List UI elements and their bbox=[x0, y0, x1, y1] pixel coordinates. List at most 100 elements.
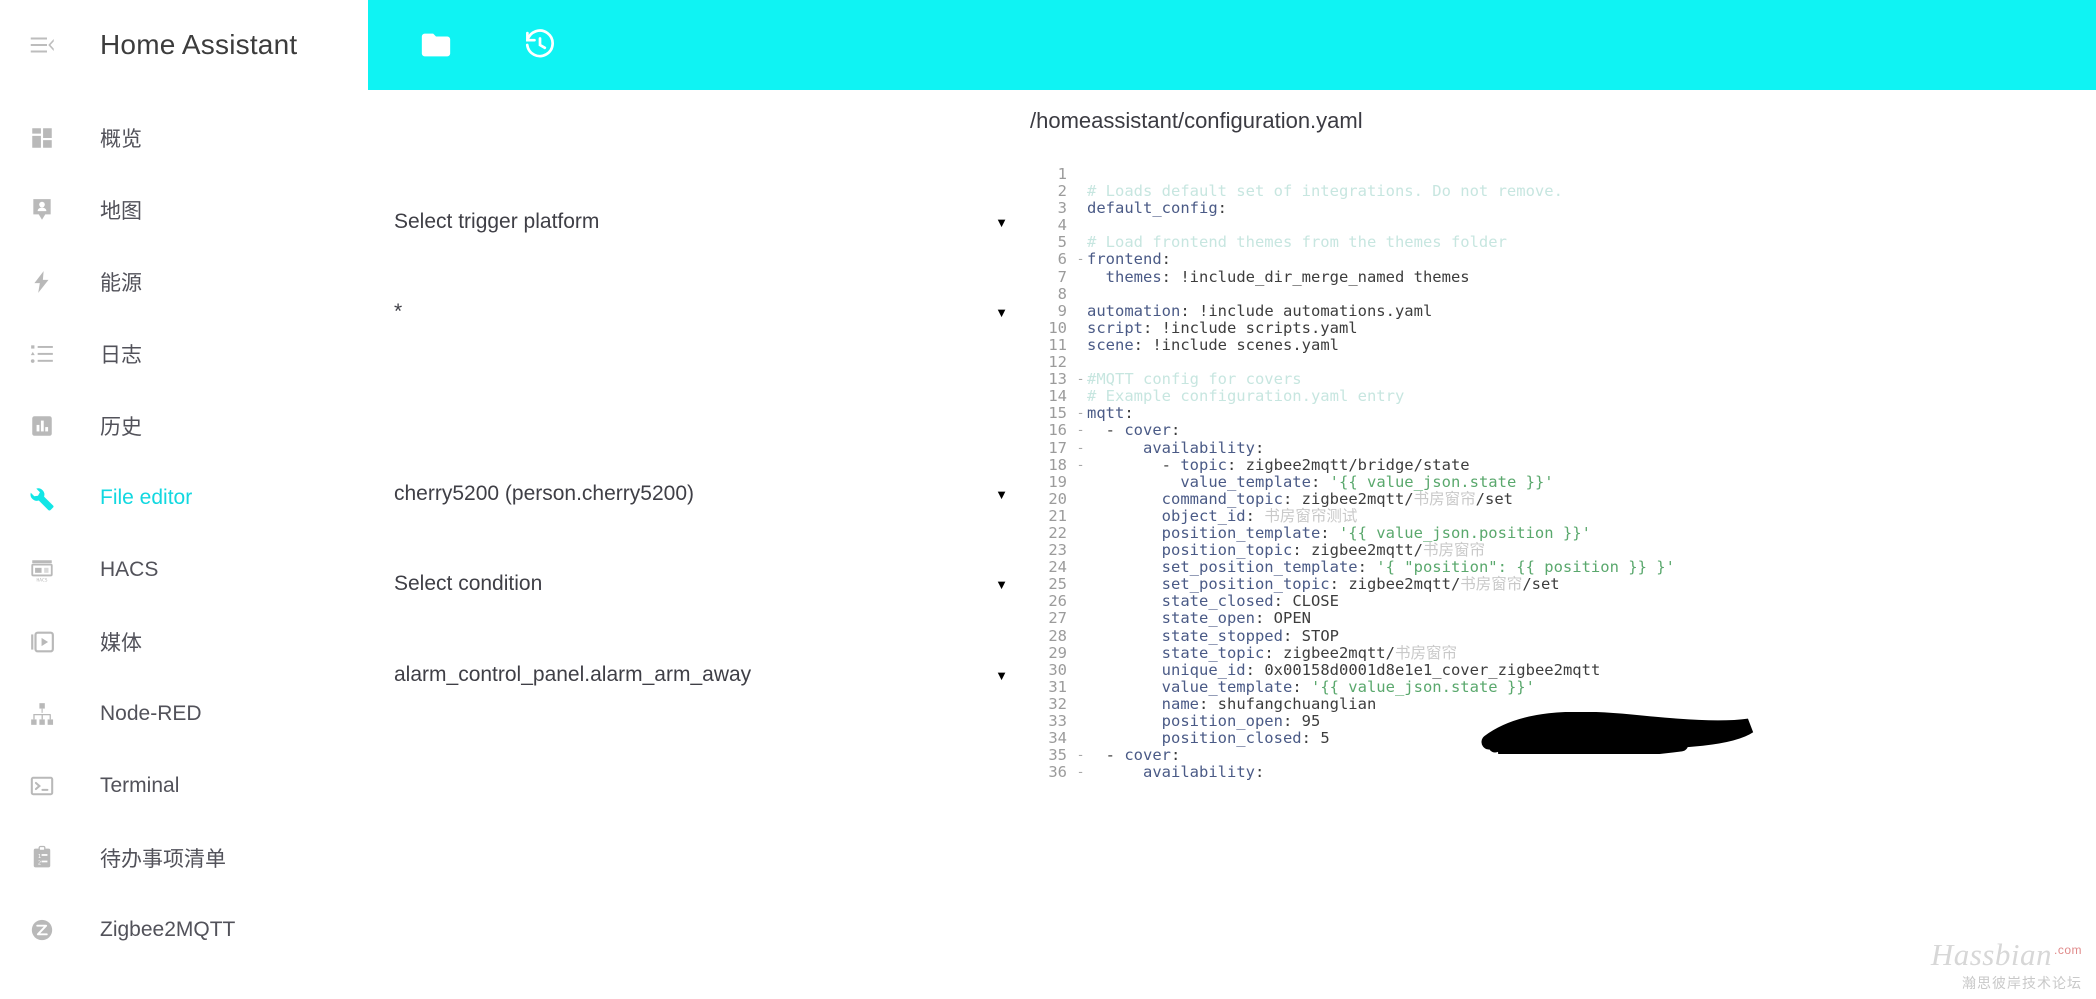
line-number: 36 bbox=[1048, 763, 1067, 782]
line-number: 7 bbox=[1057, 267, 1067, 286]
code-line[interactable]: 21 object_id: 书房窗帘测试 bbox=[1030, 506, 2096, 525]
line-number: 12 bbox=[1048, 353, 1067, 372]
code-line-text: position_topic: zigbee2mqtt/书房窗帘 bbox=[1161, 541, 1485, 560]
code-line-text: state_topic: zigbee2mqtt/书房窗帘 bbox=[1161, 643, 1457, 662]
sidebar-item-todo[interactable]: 1 2 待办事项清单 bbox=[0, 822, 368, 894]
code-line[interactable]: 9 automation: !include automations.yaml bbox=[1030, 302, 2096, 320]
sidebar-item-label: File editor bbox=[100, 486, 193, 509]
code-line-text: default_config: bbox=[1087, 199, 1227, 218]
code-line-text: unique_id: 0x00158d0001d8e1e1_cover_zigb… bbox=[1161, 660, 1601, 679]
code-line[interactable]: 1 bbox=[1030, 165, 2096, 183]
select-value: Select trigger platform bbox=[394, 210, 600, 233]
code-line[interactable]: 13- #MQTT config for covers bbox=[1030, 371, 2096, 388]
folder-icon[interactable] bbox=[404, 13, 468, 77]
code-line-text: position_template: '{{ value_json.positi… bbox=[1161, 523, 1591, 542]
code-editor[interactable]: 1 2 # Loads default set of integrations. D… bbox=[1030, 165, 2096, 781]
sidebar-item-label: 地图 bbox=[100, 200, 142, 223]
code-line[interactable]: 27 state_open: OPEN bbox=[1030, 610, 2096, 627]
map-marker-account-icon bbox=[14, 182, 70, 238]
code-line[interactable]: 16- - cover: bbox=[1030, 422, 2096, 439]
code-line[interactable]: 33 position_open: 95 bbox=[1030, 712, 2096, 730]
code-line[interactable]: 6- frontend: bbox=[1030, 251, 2096, 268]
condition-select[interactable]: Select condition ▼ bbox=[394, 572, 1010, 596]
line-number: 15 bbox=[1048, 404, 1067, 423]
fold-toggle-icon[interactable]: - bbox=[1074, 440, 1087, 457]
code-line[interactable]: 32 name: shufangchuanglian bbox=[1030, 695, 2096, 713]
sidebar-item-map[interactable]: 地图 bbox=[0, 174, 368, 246]
code-line[interactable]: 28 state_stopped: STOP bbox=[1030, 627, 2096, 645]
code-line[interactable]: 34 position_closed: 5 bbox=[1030, 729, 2096, 747]
history-icon[interactable] bbox=[508, 13, 572, 77]
code-line[interactable]: 36- availability: bbox=[1030, 764, 2096, 781]
code-line[interactable]: 24 set_position_template: '{ "position":… bbox=[1030, 559, 2096, 576]
sidebar-item-node-red[interactable]: Node-RED bbox=[0, 678, 368, 750]
person-entity-select[interactable]: cherry5200 (person.cherry5200) ▼ bbox=[394, 482, 1010, 506]
code-line[interactable]: 7 themes: !include_dir_merge_named theme… bbox=[1030, 267, 2096, 286]
fold-toggle-icon[interactable]: - bbox=[1074, 371, 1087, 388]
sidebar-item-terminal[interactable]: Terminal bbox=[0, 750, 368, 822]
fold-toggle-icon[interactable]: - bbox=[1074, 422, 1087, 439]
menu-collapse-icon[interactable] bbox=[14, 17, 70, 73]
code-line-text: - cover: bbox=[1087, 421, 1181, 440]
trigger-entity-select[interactable]: * ▼ bbox=[394, 300, 1010, 324]
code-line[interactable]: 5 # Load frontend themes from the themes … bbox=[1030, 234, 2096, 251]
action-service-select[interactable]: alarm_control_panel.alarm_arm_away ▼ bbox=[394, 663, 1010, 687]
code-line[interactable]: 25 set_position_topic: zigbee2mqtt/书房窗帘/… bbox=[1030, 576, 2096, 593]
line-number: 21 bbox=[1048, 506, 1067, 525]
code-line[interactable]: 31 value_template: '{{ value_json.state … bbox=[1030, 678, 2096, 696]
code-line[interactable]: 26 state_closed: CLOSE bbox=[1030, 593, 2096, 610]
code-line[interactable]: 18- - topic: zigbee2mqtt/bridge/state bbox=[1030, 455, 2096, 474]
code-line[interactable]: 23 position_topic: zigbee2mqtt/书房窗帘 bbox=[1030, 541, 2096, 560]
fold-toggle-icon[interactable]: - bbox=[1074, 251, 1087, 268]
code-line[interactable]: 20 command_topic: zigbee2mqtt/书房窗帘/set bbox=[1030, 489, 2096, 508]
file-path-label: /homeassistant/configuration.yaml bbox=[1030, 108, 1363, 133]
fold-toggle-icon[interactable]: - bbox=[1074, 457, 1087, 474]
sidebar-item-logbook[interactable]: 日志 bbox=[0, 318, 368, 390]
code-line[interactable]: 19 value_template: '{{ value_json.state … bbox=[1030, 473, 2096, 491]
sidebar-item-hacs[interactable]: HACS HACS bbox=[0, 534, 368, 606]
code-line[interactable]: 17- availability: bbox=[1030, 438, 2096, 457]
trigger-platform-select[interactable]: Select trigger platform ▼ bbox=[394, 210, 1010, 234]
fold-toggle-icon[interactable]: - bbox=[1074, 405, 1087, 422]
clipboard-list-icon: 1 2 bbox=[14, 830, 70, 886]
line-number: 23 bbox=[1048, 541, 1067, 560]
code-line[interactable]: 8 bbox=[1030, 285, 2096, 303]
fold-toggle-icon[interactable]: - bbox=[1074, 747, 1087, 764]
sidebar-item-energy[interactable]: 能源 bbox=[0, 246, 368, 318]
code-line-text: position_open: 95 bbox=[1161, 712, 1321, 730]
console-icon bbox=[14, 758, 70, 814]
code-line[interactable]: 10 script: !include scripts.yaml bbox=[1030, 319, 2096, 337]
code-line[interactable]: 22 position_template: '{{ value_json.pos… bbox=[1030, 523, 2096, 542]
sidebar-item-zigbee2mqtt[interactable]: Zigbee2MQTT bbox=[0, 894, 368, 966]
code-line[interactable]: 2 # Loads default set of integrations. Do… bbox=[1030, 182, 2096, 200]
code-line[interactable]: 15- mqtt: bbox=[1030, 405, 2096, 422]
code-line[interactable]: 30 unique_id: 0x00158d0001d8e1e1_cover_z… bbox=[1030, 660, 2096, 679]
lightning-bolt-icon bbox=[14, 254, 70, 310]
code-line-text: availability: bbox=[1143, 438, 1265, 457]
code-line-text: - topic: zigbee2mqtt/bridge/state bbox=[1087, 455, 1470, 474]
code-line-text: object_id: 书房窗帘测试 bbox=[1161, 506, 1358, 525]
fold-toggle-icon[interactable]: - bbox=[1074, 764, 1087, 781]
code-line[interactable]: 4 bbox=[1030, 217, 2096, 234]
svg-text:2: 2 bbox=[38, 861, 41, 867]
code-line[interactable]: 12 bbox=[1030, 353, 2096, 372]
line-number: 5 bbox=[1057, 233, 1067, 252]
sidebar-item-overview[interactable]: 概览 bbox=[0, 102, 368, 174]
sidebar-item-label: Terminal bbox=[100, 774, 180, 797]
sidebar-item-file-editor[interactable]: File editor bbox=[0, 462, 368, 534]
code-line[interactable]: 3 default_config: bbox=[1030, 200, 2096, 217]
sidebar-item-media[interactable]: 媒体 bbox=[0, 606, 368, 678]
line-number: 11 bbox=[1048, 335, 1067, 354]
code-line-text: command_topic: zigbee2mqtt/书房窗帘/set bbox=[1161, 489, 1513, 508]
chevron-down-icon: ▼ bbox=[995, 214, 1008, 230]
zigbee-icon bbox=[14, 902, 70, 958]
code-line[interactable]: 14 # Example configuration.yaml entry bbox=[1030, 388, 2096, 405]
code-line[interactable]: 11 scene: !include scenes.yaml bbox=[1030, 335, 2096, 354]
code-line[interactable]: 35- - cover: bbox=[1030, 747, 2096, 764]
code-line-text: #MQTT config for covers bbox=[1087, 370, 1302, 389]
sidebar-item-label: 概览 bbox=[100, 128, 142, 151]
sidebar-header: Home Assistant bbox=[0, 0, 368, 90]
code-line[interactable]: 29 state_topic: zigbee2mqtt/书房窗帘 bbox=[1030, 643, 2096, 662]
code-line-text: availability: bbox=[1143, 763, 1265, 782]
sidebar-item-history[interactable]: 历史 bbox=[0, 390, 368, 462]
